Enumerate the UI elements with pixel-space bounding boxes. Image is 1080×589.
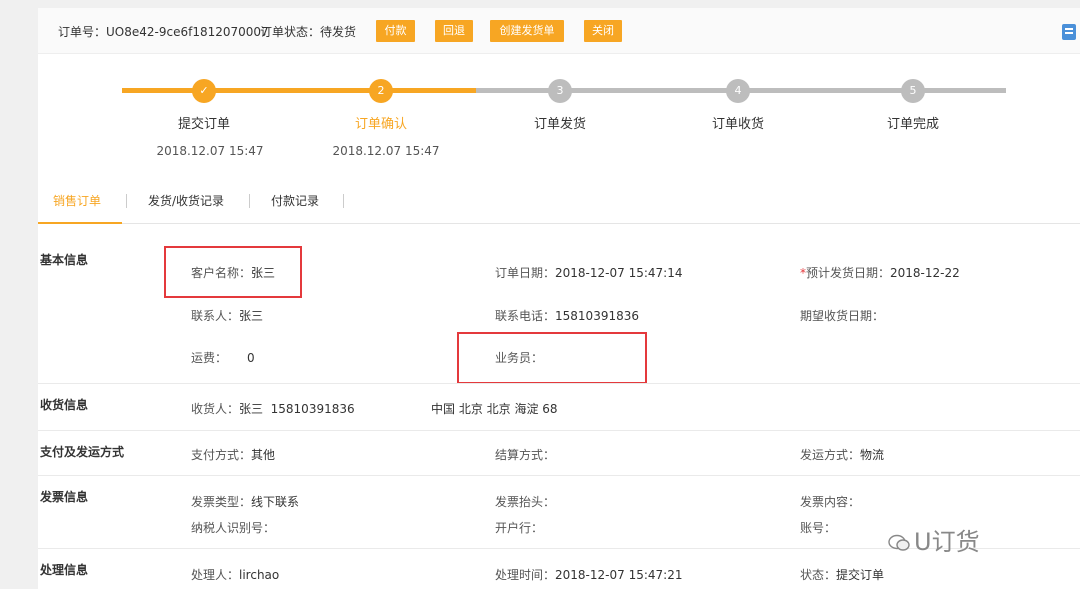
step-2-time: 2018.12.07 15:47 bbox=[332, 144, 440, 158]
divider bbox=[38, 475, 1080, 476]
highlight-customer-box bbox=[164, 246, 302, 298]
step-2-circle: 2 bbox=[369, 79, 393, 103]
bank-account: 账号： bbox=[800, 521, 837, 535]
handler: 处理人：lirchao bbox=[191, 568, 280, 582]
tab-divider bbox=[343, 194, 344, 208]
step-1-time: 2018.12.07 15:47 bbox=[156, 144, 264, 158]
highlight-salesman-box bbox=[457, 332, 647, 384]
contact-person: 联系人：张三 bbox=[191, 309, 264, 323]
pay-button[interactable]: 付款 bbox=[376, 20, 415, 42]
tab-divider bbox=[126, 194, 127, 208]
step-4-label: 订单收货 bbox=[711, 117, 764, 132]
step-3-label: 订单发货 bbox=[533, 117, 586, 132]
section-title-payment: 支付及发运方式 bbox=[40, 445, 125, 459]
close-button[interactable]: 关闭 bbox=[584, 20, 622, 42]
watermark: U订货 bbox=[888, 522, 980, 557]
order-header-bar: 订单号：UO8e42-9ce6f1812070007 订单状态：待发货 付款 回… bbox=[38, 8, 1080, 54]
order-date: 订单日期：2018-12-07 15:47:14 bbox=[495, 266, 683, 280]
section-title-process: 处理信息 bbox=[40, 563, 89, 577]
receive-address: 中国 北京 北京 海淀 68 bbox=[431, 402, 558, 416]
step-5-circle: 5 bbox=[901, 79, 925, 103]
tab-sales-order[interactable]: 销售订单 bbox=[53, 192, 101, 209]
invoice-type: 发票类型：线下联系 bbox=[191, 495, 300, 509]
document-icon[interactable] bbox=[1062, 24, 1076, 40]
payment-method: 支付方式：其他 bbox=[191, 448, 276, 462]
order-number: 订单号：UO8e42-9ce6f1812070007 bbox=[58, 25, 269, 39]
expected-receive-date: 期望收货日期： bbox=[800, 309, 885, 323]
tab-divider bbox=[249, 194, 250, 208]
divider bbox=[38, 430, 1080, 431]
shipping-method: 发运方式：物流 bbox=[800, 448, 885, 462]
step-1-label: 提交订单 bbox=[177, 117, 230, 132]
step-4-circle: 4 bbox=[726, 79, 750, 103]
bank-name: 开户行： bbox=[495, 521, 544, 535]
process-status: 状态：提交订单 bbox=[800, 568, 885, 582]
invoice-content: 发票内容： bbox=[800, 495, 861, 509]
section-title-basic: 基本信息 bbox=[40, 253, 89, 267]
progress-track-done bbox=[122, 88, 476, 93]
freight: 运费： 0 bbox=[191, 351, 255, 365]
step-5-label: 订单完成 bbox=[886, 117, 939, 132]
process-time: 处理时间：2018-12-07 15:47:21 bbox=[495, 568, 683, 582]
tab-payment-records[interactable]: 付款记录 bbox=[271, 192, 319, 209]
section-title-receive: 收货信息 bbox=[40, 398, 89, 412]
section-title-invoice: 发票信息 bbox=[40, 490, 89, 504]
step-3-circle: 3 bbox=[548, 79, 572, 103]
order-detail-page: 订单号：UO8e42-9ce6f1812070007 订单状态：待发货 付款 回… bbox=[38, 8, 1080, 589]
settlement-method: 结算方式： bbox=[495, 448, 556, 462]
expected-ship-date: *预计发货日期：2018-12-22 bbox=[800, 266, 960, 280]
taxpayer-id: 纳税人识别号： bbox=[191, 521, 276, 535]
divider bbox=[38, 383, 1080, 384]
detail-tabs: 销售订单 发货/收货记录 付款记录 bbox=[38, 188, 1080, 224]
active-tab-indicator bbox=[38, 222, 122, 224]
contact-phone: 联系电话：15810391836 bbox=[495, 309, 639, 323]
wechat-icon bbox=[888, 534, 910, 551]
create-shipment-button[interactable]: 创建发货单 bbox=[490, 20, 564, 42]
order-status: 订单状态：待发货 bbox=[260, 25, 357, 39]
check-icon: ✓ bbox=[192, 79, 216, 103]
rollback-button[interactable]: 回退 bbox=[435, 20, 473, 42]
invoice-header: 发票抬头： bbox=[495, 495, 556, 509]
receiver: 收货人：张三 15810391836 bbox=[191, 402, 355, 416]
step-2-label: 订单确认 bbox=[354, 117, 407, 132]
tab-shipping-records[interactable]: 发货/收货记录 bbox=[148, 192, 224, 209]
